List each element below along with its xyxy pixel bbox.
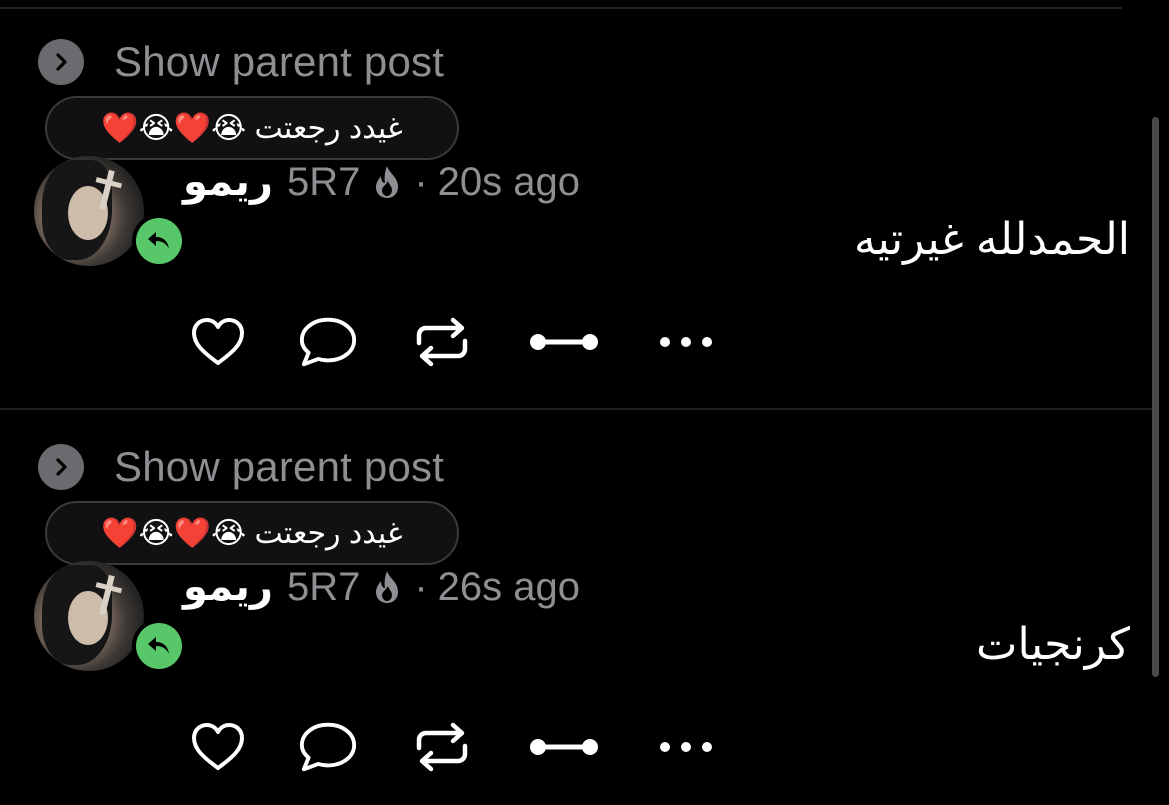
post-timestamp: 20s ago xyxy=(437,159,581,204)
author-name[interactable]: ريمو xyxy=(183,564,273,610)
repost-button[interactable] xyxy=(412,719,472,775)
post-meta: ريمو 5R7 · 26s ago xyxy=(183,563,580,611)
author-name[interactable]: ريمو xyxy=(183,159,273,205)
post-timestamp: 26s ago xyxy=(437,564,581,609)
reply-arrow-icon xyxy=(136,623,182,669)
flame-icon xyxy=(372,164,402,200)
repost-icon xyxy=(416,722,468,772)
avatar[interactable] xyxy=(34,561,186,673)
like-button[interactable] xyxy=(188,314,248,370)
link-button[interactable] xyxy=(528,314,602,370)
show-parent-post-button[interactable]: Show parent post xyxy=(38,443,444,491)
reply-badge xyxy=(132,214,186,268)
reply-arrow-icon xyxy=(136,218,182,264)
chevron-right-icon xyxy=(38,444,84,490)
heart-icon xyxy=(192,318,244,365)
avatar-photo xyxy=(34,156,144,266)
author-handle: 5R7 xyxy=(286,159,361,204)
post-card[interactable]: Show parent post غيدد رجعتت 😭❤️😭❤️ ريمو … xyxy=(0,405,1152,805)
more-icon xyxy=(660,742,712,752)
reply-badge xyxy=(132,619,186,673)
post-body: الحمدلله غيرتيه xyxy=(853,215,1130,264)
more-options-button[interactable] xyxy=(656,314,716,370)
show-parent-post-button[interactable]: Show parent post xyxy=(38,38,444,86)
like-button[interactable] xyxy=(188,719,248,775)
status-note-bubble[interactable]: غيدد رجعتت 😭❤️😭❤️ xyxy=(45,501,459,565)
link-button[interactable] xyxy=(528,719,602,775)
chevron-right-icon xyxy=(38,39,84,85)
comment-icon xyxy=(299,317,357,367)
author-handle: 5R7 xyxy=(286,564,361,609)
comment-button[interactable] xyxy=(298,719,358,775)
more-options-button[interactable] xyxy=(656,719,716,775)
link-icon xyxy=(530,334,598,350)
avatar[interactable] xyxy=(34,156,186,268)
more-icon xyxy=(660,337,712,347)
comment-button[interactable] xyxy=(298,314,358,370)
avatar-photo xyxy=(34,561,144,671)
link-icon xyxy=(530,739,598,755)
meta-separator: · xyxy=(414,564,428,609)
show-parent-post-label: Show parent post xyxy=(114,38,445,85)
repost-button[interactable] xyxy=(412,314,472,370)
show-parent-post-label: Show parent post xyxy=(114,443,445,490)
meta-separator: · xyxy=(414,159,428,204)
post-body: كرنجيات xyxy=(976,620,1130,669)
heart-icon xyxy=(192,723,244,770)
comment-icon xyxy=(299,722,357,772)
post-card[interactable]: Show parent post غيدد رجعتت 😭❤️😭❤️ ريمو … xyxy=(0,0,1152,400)
scrollbar[interactable] xyxy=(1152,117,1159,677)
flame-icon xyxy=(372,569,402,605)
status-note-bubble[interactable]: غيدد رجعتت 😭❤️😭❤️ xyxy=(45,96,459,160)
post-meta: ريمو 5R7 · 20s ago xyxy=(183,158,580,206)
repost-icon xyxy=(416,317,468,367)
